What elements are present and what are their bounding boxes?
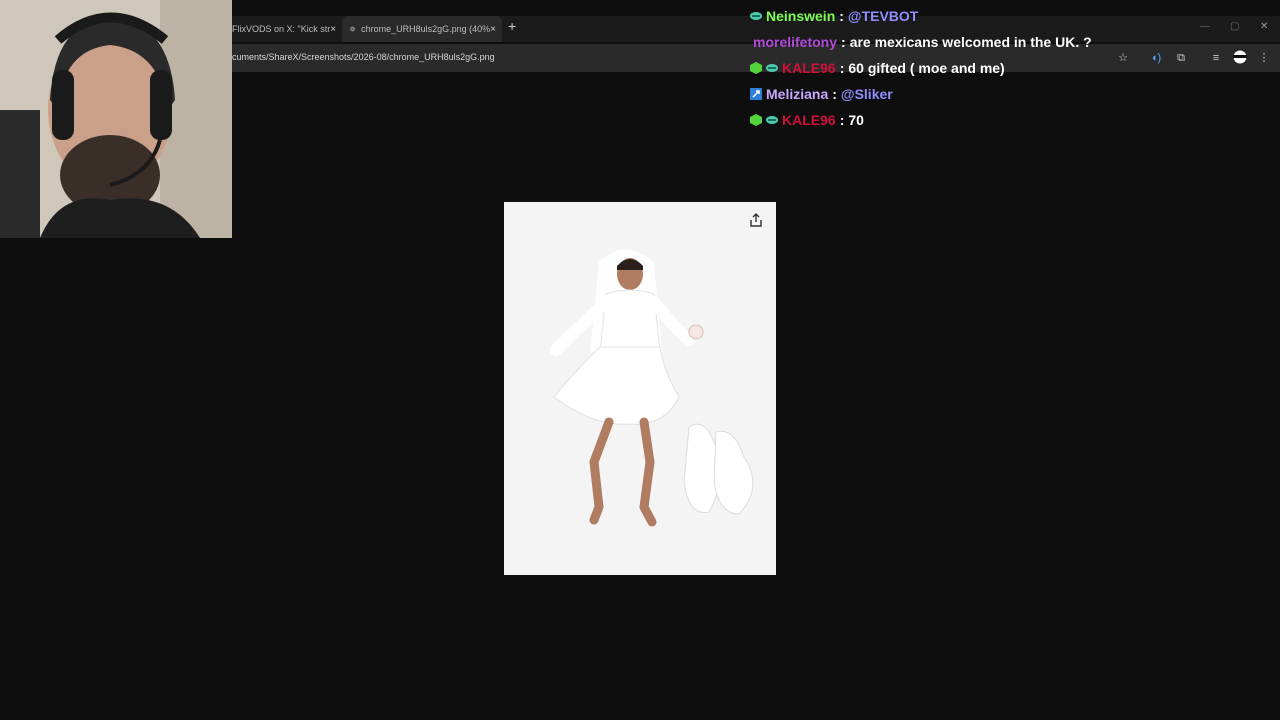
close-tab-icon[interactable]: × bbox=[490, 24, 496, 35]
chat-username[interactable]: KALE96 bbox=[782, 112, 836, 128]
maximize-icon[interactable]: ▢ bbox=[1230, 21, 1239, 32]
chat-message: morelifetony : are mexicans welcomed in … bbox=[750, 34, 1092, 50]
chat-separator: : bbox=[841, 34, 846, 50]
chat-message: Meliziana : @Sliker bbox=[750, 86, 893, 102]
subscriber-badge-icon bbox=[750, 12, 762, 20]
chat-separator: : bbox=[839, 60, 845, 76]
extensions-icon[interactable]: ⧉ bbox=[1173, 50, 1189, 66]
chat-separator: : bbox=[839, 112, 845, 128]
chat-username[interactable]: Neinswein bbox=[766, 8, 835, 24]
gifter-badge-icon bbox=[750, 114, 762, 126]
avatar-icon bbox=[1233, 50, 1247, 64]
tab-label: FlixVODS on X: "Kick str bbox=[232, 24, 331, 34]
streamer-webcam-image bbox=[0, 0, 232, 238]
chat-text: @Sliker bbox=[840, 86, 893, 102]
chat-message: Neinswein : @TEVBOT bbox=[750, 8, 918, 24]
audio-playing-icon[interactable]: ◖) bbox=[1148, 50, 1164, 66]
chat-message: KALE96 : 70 bbox=[750, 112, 864, 128]
chat-separator: : bbox=[832, 86, 837, 102]
share-icon[interactable] bbox=[748, 212, 764, 228]
webcam-overlay bbox=[0, 0, 232, 238]
subscriber-badge-icon bbox=[766, 64, 778, 72]
chat-username[interactable]: morelifetony bbox=[753, 34, 837, 50]
bookmark-star-icon[interactable]: ☆ bbox=[1115, 50, 1131, 66]
chat-username[interactable]: KALE96 bbox=[782, 60, 836, 76]
tab-image[interactable]: chrome_URH8uls2gG.png (40% × bbox=[342, 16, 502, 42]
chat-text: @TEVBOT bbox=[847, 8, 919, 24]
moderator-badge-icon bbox=[750, 88, 762, 100]
chat-username[interactable]: Meliziana bbox=[766, 86, 828, 102]
close-tab-icon[interactable]: × bbox=[330, 24, 336, 35]
bride-costume-photo bbox=[504, 202, 776, 575]
url-text[interactable]: cuments/ShareX/Screenshots/2026-08/chrom… bbox=[232, 52, 495, 62]
gifter-badge-icon bbox=[750, 62, 762, 74]
chat-text: 70 bbox=[848, 112, 864, 128]
close-window-icon[interactable]: ✕ bbox=[1260, 21, 1268, 32]
chat-separator: : bbox=[839, 8, 844, 24]
chat-message: KALE96 : 60 gifted ( moe and me) bbox=[750, 60, 1005, 76]
chat-text: are mexicans welcomed in the UK. ? bbox=[849, 34, 1092, 50]
tab-label: chrome_URH8uls2gG.png (40% bbox=[361, 24, 491, 34]
menu-kebab-icon[interactable]: ⋮ bbox=[1256, 50, 1272, 66]
chat-text: 60 gifted ( moe and me) bbox=[848, 60, 1005, 76]
new-tab-button[interactable]: + bbox=[508, 18, 516, 34]
viewed-image[interactable] bbox=[504, 202, 776, 575]
subscriber-badge-icon bbox=[766, 116, 778, 124]
profile-avatar[interactable] bbox=[1232, 50, 1248, 66]
media-control-icon[interactable]: ≡ bbox=[1208, 50, 1224, 66]
tab-flixvods[interactable]: FlixVODS on X: "Kick str × bbox=[232, 16, 342, 42]
minimize-icon[interactable]: — bbox=[1200, 21, 1210, 32]
globe-icon bbox=[350, 26, 355, 32]
